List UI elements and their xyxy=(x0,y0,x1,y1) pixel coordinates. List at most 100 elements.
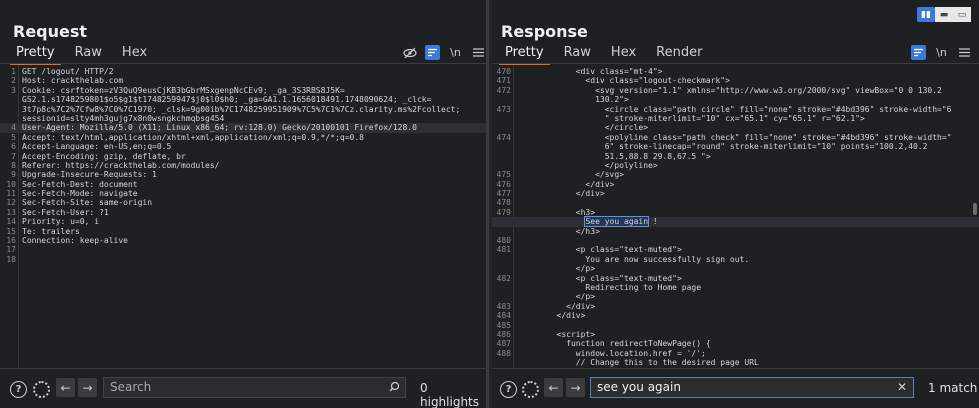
code-text: Sec-Fetch-Mode: navigate xyxy=(22,189,138,199)
line-number: 470 xyxy=(496,67,511,76)
code-line: 17 xyxy=(0,245,486,254)
gear-icon[interactable] xyxy=(522,381,539,398)
code-line: 473 <circle class="path circle" fill="no… xyxy=(492,105,979,114)
tab-hex[interactable]: Hex xyxy=(112,44,157,64)
line-number: 4 xyxy=(11,123,16,133)
search-match-highlight: See you again xyxy=(584,216,650,228)
tab-render[interactable]: Render xyxy=(646,44,712,64)
line-number: 477 xyxy=(496,189,511,199)
line-number: 13 xyxy=(6,207,16,217)
code-line: 470 <div class="mt-4"> xyxy=(492,67,979,76)
code-line: </polyline> xyxy=(492,161,979,170)
code-line: See you again ! xyxy=(492,216,979,228)
code-text: GS2.1.s1748259801$o5$g1$t1748259947$j0$l… xyxy=(22,95,432,105)
line-number: 479 xyxy=(496,207,511,217)
clear-icon[interactable]: ✕ xyxy=(897,378,907,397)
code-text: Sec-Fetch-Dest: document xyxy=(22,179,138,189)
help-icon[interactable]: ? xyxy=(10,381,27,398)
prev-match-button[interactable]: ← xyxy=(544,378,563,397)
line-number: 12 xyxy=(6,198,16,208)
request-search-bar: ? ← → Search 0 highlights xyxy=(0,368,486,408)
line-number: 472 xyxy=(496,85,511,95)
code-line: GS2.1.s1748259801$o5$g1$t1748259947$j0$l… xyxy=(0,95,486,104)
line-number: 11 xyxy=(6,189,16,199)
line-number: 478 xyxy=(496,198,511,208)
response-editor[interactable]: 470 <div class="mt-4"> 471 <div class="lo… xyxy=(492,65,979,368)
code-line: 485 xyxy=(492,321,979,330)
search-value: see you again xyxy=(597,380,681,394)
tab-pretty[interactable]: Pretty xyxy=(495,44,554,65)
line-number: 486 xyxy=(496,329,511,339)
code-text: Accept-Encoding: gzip, deflate, br xyxy=(22,151,186,161)
gear-icon[interactable] xyxy=(33,381,50,398)
split-vertical-icon[interactable]: ▬ xyxy=(935,7,953,22)
code-line: sessionid=slty4mh3gujg7x8n0wsngkchmqbsg4… xyxy=(0,114,486,123)
tab-raw[interactable]: Raw xyxy=(65,44,112,64)
prev-match-button[interactable]: ← xyxy=(56,378,75,397)
code-text: Upgrade-Insecure-Requests: 1 xyxy=(22,170,157,180)
code-line: 6" stroke-linecap="round" stroke-miterli… xyxy=(492,142,979,151)
match-count: 1 match xyxy=(928,381,978,395)
code-line: 474 <polyline class="path check" fill="n… xyxy=(492,133,979,142)
request-search-input[interactable]: Search xyxy=(103,377,406,398)
code-line: 476 </div> xyxy=(492,180,979,189)
response-panel: ▮▮ ▬ ▭ Response Pretty Raw Hex Render \n… xyxy=(492,0,979,408)
code-text: </p> xyxy=(518,264,596,274)
code-text: </div> xyxy=(518,301,596,311)
code-text: 6" stroke-linecap="round" stroke-miterli… xyxy=(518,142,928,152)
tab-hex[interactable]: Hex xyxy=(601,44,646,64)
code-text: Accept-Language: en-US,en;q=0.5 xyxy=(22,142,172,152)
code-line: 4 User-Agent: Mozilla/5.0 (X11; Linux x86… xyxy=(0,123,486,133)
wrap-lines-icon[interactable] xyxy=(911,45,926,60)
code-text: Sec-Fetch-Site: same-origin xyxy=(22,198,153,208)
code-line: 18 xyxy=(0,255,486,264)
code-line: 14 Priority: u=0, i xyxy=(0,217,486,226)
newline-toggle-icon[interactable]: \n xyxy=(934,45,949,60)
code-line: 7 Accept-Encoding: gzip, deflate, br xyxy=(0,152,486,161)
code-text: <circle class="path circle" fill="none" … xyxy=(518,104,952,114)
code-text: 130.2"> xyxy=(518,95,629,105)
code-text: </circle> xyxy=(518,123,649,133)
code-line: 10 Sec-Fetch-Dest: document xyxy=(0,180,486,189)
line-number: 480 xyxy=(496,236,511,246)
line-number: 2 xyxy=(11,76,16,86)
response-search-input[interactable]: see you again ✕ xyxy=(590,377,914,398)
line-number: 487 xyxy=(496,339,511,349)
match-count: 0 highlights xyxy=(420,381,480,408)
line-number: 17 xyxy=(6,245,16,255)
code-line: 130.2"> xyxy=(492,95,979,104)
eye-off-icon[interactable] xyxy=(402,45,417,60)
line-number: 5 xyxy=(11,132,16,142)
code-text: <h3> xyxy=(518,207,596,217)
help-icon[interactable]: ? xyxy=(500,381,517,398)
tab-raw[interactable]: Raw xyxy=(554,44,601,64)
code-text: </div> xyxy=(518,189,605,199)
split-horizontal-icon[interactable]: ▮▮ xyxy=(917,7,935,22)
code-text: Host: crackthelab.com xyxy=(22,76,124,86)
code-line: </circle> xyxy=(492,123,979,132)
line-number: 476 xyxy=(496,179,511,189)
request-toolbar: \n xyxy=(402,45,486,60)
tab-pretty[interactable]: Pretty xyxy=(6,44,65,65)
newline-toggle-icon[interactable]: \n xyxy=(448,45,463,60)
wrap-lines-icon[interactable] xyxy=(425,45,440,60)
code-line: You are now successfully sign out. xyxy=(492,255,979,264)
code-line: 475 </svg> xyxy=(492,170,979,179)
code-line: 472 <svg version="1.1" xmlns="http://www… xyxy=(492,86,979,95)
single-pane-icon[interactable]: ▭ xyxy=(953,7,971,22)
request-editor[interactable]: 1 GET /logout/ HTTP/2 2 Host: crackthelab.c… xyxy=(0,65,486,368)
menu-icon[interactable] xyxy=(957,45,972,60)
code-line: 480 xyxy=(492,236,979,245)
next-match-button[interactable]: → xyxy=(566,378,585,397)
next-match-button[interactable]: → xyxy=(78,378,97,397)
line-number: 474 xyxy=(496,132,511,142)
code-text: User-Agent: Mozilla/5.0 (X11; Linux x86_… xyxy=(22,123,417,133)
line-number: 471 xyxy=(496,76,511,86)
code-text: Accept: text/html,application/xhtml+xml,… xyxy=(22,132,364,142)
menu-icon[interactable] xyxy=(471,45,486,60)
line-number: 484 xyxy=(496,311,511,321)
code-line: 5 Accept: text/html,application/xhtml+xml… xyxy=(0,133,486,142)
code-line: 8 Referer: https://crackthelab.com/module… xyxy=(0,161,486,170)
scrollbar-thumb[interactable] xyxy=(973,203,977,215)
line-number: 473 xyxy=(496,104,511,114)
